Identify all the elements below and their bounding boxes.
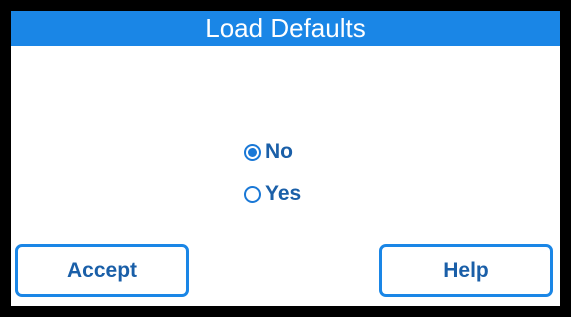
title-bar: Load Defaults (11, 11, 560, 46)
dialog-screen: Load Defaults No Yes Accept Help (11, 11, 560, 306)
accept-button[interactable]: Accept (15, 244, 189, 297)
radio-label-yes[interactable]: Yes (265, 182, 301, 206)
radio-selected-icon[interactable] (244, 143, 261, 161)
help-button[interactable]: Help (379, 244, 553, 297)
radio-group: No Yes (244, 131, 394, 215)
radio-option-yes[interactable]: Yes (244, 173, 394, 215)
radio-unselected-icon[interactable] (244, 185, 261, 203)
page-title: Load Defaults (205, 13, 366, 43)
radio-label-no[interactable]: No (265, 140, 293, 164)
radio-option-no[interactable]: No (244, 131, 394, 173)
